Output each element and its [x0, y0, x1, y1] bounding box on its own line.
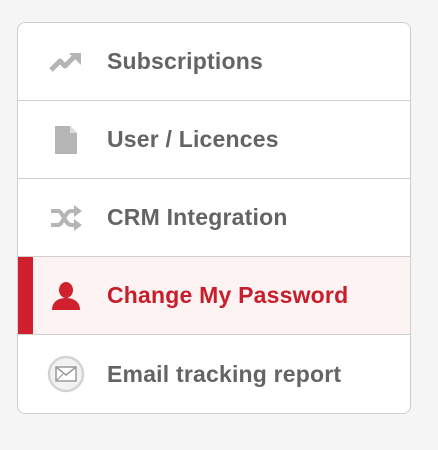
user-icon [46, 276, 86, 316]
menu-item-label: CRM Integration [107, 204, 288, 230]
menu-item-label: User / Licences [107, 126, 279, 152]
envelope-icon [46, 354, 86, 394]
trending-up-icon [46, 42, 86, 82]
document-icon [46, 120, 86, 160]
menu-item-subscriptions[interactable]: Subscriptions [18, 23, 410, 101]
menu-item-crm-integration[interactable]: CRM Integration [18, 179, 410, 257]
shuffle-icon [46, 198, 86, 238]
menu-item-email-tracking[interactable]: Email tracking report [18, 335, 410, 413]
menu-item-user-licences[interactable]: User / Licences [18, 101, 410, 179]
menu-item-label: Subscriptions [107, 48, 263, 74]
menu-item-change-password[interactable]: Change My Password [18, 257, 410, 335]
menu-item-label: Change My Password [107, 282, 349, 308]
settings-menu: Subscriptions User / Licences CRM Integr… [17, 22, 411, 414]
menu-item-label: Email tracking report [107, 360, 342, 387]
